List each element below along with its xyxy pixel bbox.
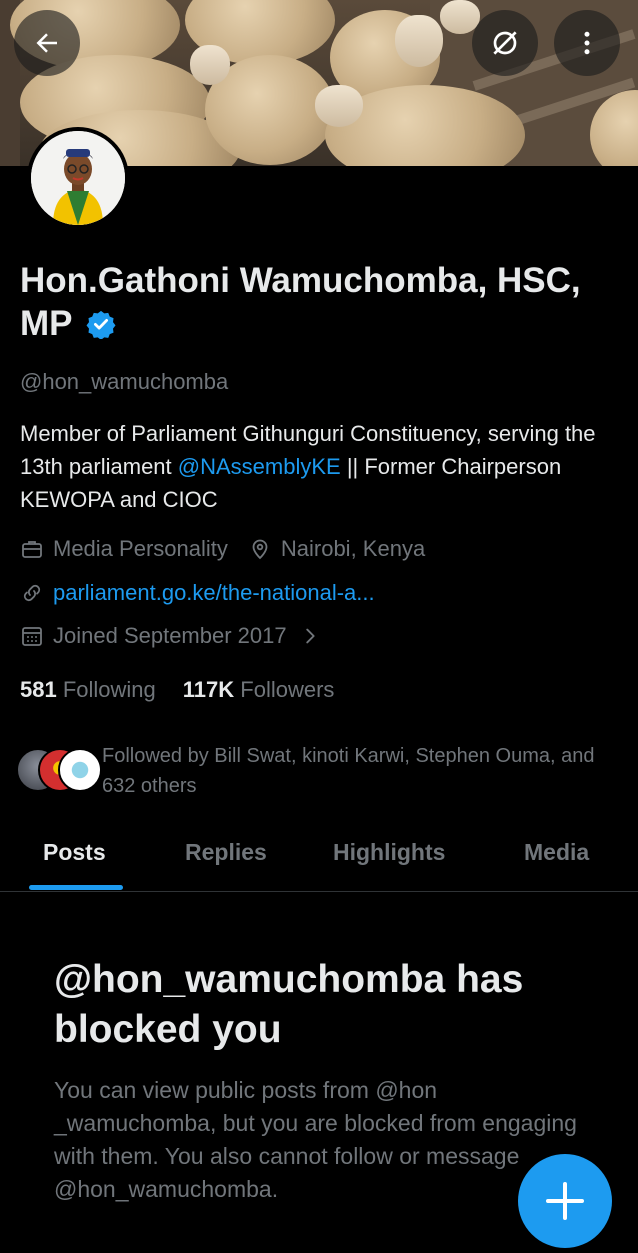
profile-website-link[interactable]: parliament.go.ke/the-national-a...: [53, 580, 375, 606]
profile-joined: Joined September 2017: [53, 623, 287, 648]
crossed-circle-icon: [493, 31, 517, 55]
following-count: 581: [20, 677, 57, 702]
tab-posts[interactable]: Posts: [43, 839, 106, 866]
profile-bio: Member of Parliament Githunguri Constitu…: [20, 417, 620, 516]
followers-label: Followers: [240, 677, 335, 702]
back-button[interactable]: [14, 10, 80, 76]
followers-stat[interactable]: 117K Followers: [183, 677, 335, 703]
back-arrow-icon: [36, 33, 57, 53]
more-vertical-icon: [584, 31, 590, 55]
chevron-right-icon: [305, 628, 315, 644]
followed-by-text[interactable]: Followed by Bill Swat, kinoti Karwi, Ste…: [102, 741, 622, 801]
active-tab-indicator: [29, 885, 123, 890]
profile-handle: @hon_wamuchomba: [20, 369, 229, 394]
blocked-title: @hon_wamuchomba has blocked you: [54, 958, 524, 1051]
more-options-button[interactable]: [554, 10, 620, 76]
followers-count: 117K: [182, 677, 235, 702]
tab-highlights[interactable]: Highlights: [333, 839, 445, 866]
profile-stats: 581 Following 117K Followers: [20, 677, 334, 703]
tab-replies[interactable]: Replies: [185, 839, 267, 866]
location-pin-icon: [252, 539, 268, 560]
follower-avatar: [58, 748, 102, 792]
meta-row-category-location: Media Personality Nairobi, Kenya: [20, 536, 425, 562]
blocked-body: You can view public posts from @hon _wam…: [54, 1077, 577, 1202]
profile-tabs: Posts Replies Highlights Media: [0, 825, 638, 892]
verified-badge-icon: [86, 310, 116, 340]
meta-row-joined[interactable]: Joined September 2017: [20, 623, 330, 649]
disconnected-button[interactable]: [472, 10, 538, 76]
calendar-icon: [22, 627, 42, 646]
profile-name: Hon.Gathoni Wamuchomba, HSC, MP: [20, 259, 620, 345]
following-stat[interactable]: 581 Following: [20, 677, 156, 703]
compose-plus-icon: [546, 1182, 584, 1220]
bio-mention-link[interactable]: @NAssemblyKE: [178, 454, 341, 479]
briefcase-icon: [22, 541, 42, 558]
compose-button[interactable]: [518, 1154, 612, 1248]
link-icon: [23, 584, 41, 602]
tab-media[interactable]: Media: [524, 839, 589, 866]
meta-row-website: parliament.go.ke/the-national-a...: [20, 580, 375, 606]
profile-location: Nairobi, Kenya: [280, 536, 426, 561]
following-label: Following: [62, 677, 156, 702]
profile-category: Media Personality: [53, 536, 228, 561]
avatar: [31, 131, 125, 225]
profile-avatar[interactable]: [27, 127, 129, 229]
